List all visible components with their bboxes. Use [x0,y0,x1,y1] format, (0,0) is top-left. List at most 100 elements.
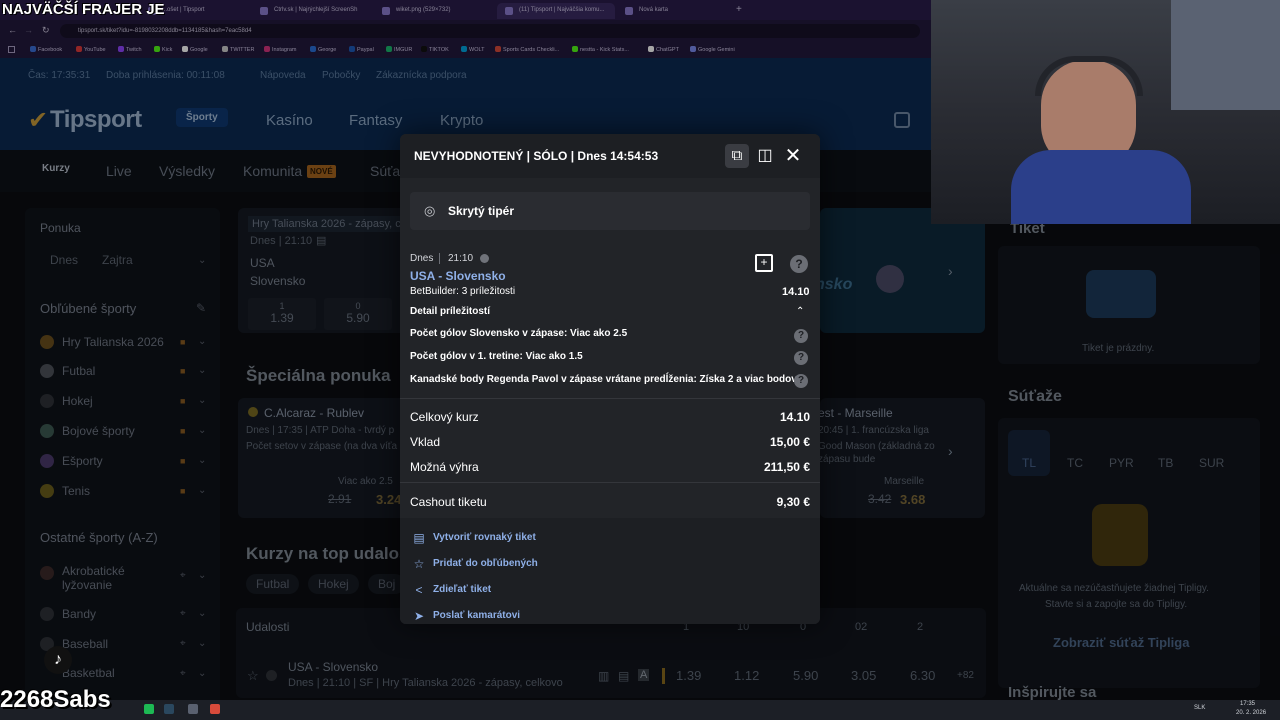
pin-icon[interactable]: ■ [180,396,185,406]
special-match1-new-odds[interactable]: 3.24 [376,492,401,507]
contest-tab-pyr[interactable]: PYR [1109,456,1134,470]
new-tab-button[interactable]: + [736,4,742,15]
chevron-down-icon[interactable]: ⌄ [198,455,206,466]
offer-tab-today[interactable]: Dnes [50,253,78,267]
settings-icon[interactable] [188,704,198,714]
app-icon[interactable] [210,704,220,714]
pin-icon[interactable]: ■ [180,366,185,376]
url-input[interactable]: tipsport.sk/tiket?idu=-8198032208ddb=113… [60,24,920,38]
sidebar-item-combat[interactable]: Bojové športy [62,424,135,438]
bookmark[interactable]: Sports Cards Checkli... [495,46,559,53]
contest-tab-tb[interactable]: TB [1158,456,1173,470]
browser-tab[interactable]: Nová karta [617,3,732,19]
offer-tab-tomorrow[interactable]: Zajtra [102,253,133,267]
special-match2-name[interactable]: est - Marseille [818,406,893,420]
bookmark[interactable]: Facebook [30,46,62,53]
chevron-down-icon[interactable]: ⌄ [198,570,206,581]
carousel-next-icon[interactable]: › [948,443,953,459]
bookmark[interactable]: YouTube [76,46,106,53]
chevron-down-icon[interactable]: ⌄ [198,608,206,619]
pin-icon[interactable]: ⌖ [180,668,186,679]
clock-time[interactable]: 17:35 [1240,701,1255,707]
subnav-community[interactable]: Komunita [243,163,302,179]
chevron-down-icon[interactable]: ⌄ [198,336,206,347]
browser-tab[interactable]: Ctrlv.sk | Najrýchlejší ScreenSh [252,3,372,19]
bookmark[interactable]: ChatGPT [648,46,679,53]
pin-icon[interactable]: ■ [180,486,185,496]
promo-banner[interactable] [820,208,985,333]
bookmark[interactable]: Google Gemini [690,46,735,53]
chevron-down-icon[interactable]: ⌄ [198,638,206,649]
contest-tab-sur[interactable]: SUR [1199,456,1224,470]
odds-button[interactable]: 0 5.90 [324,298,392,330]
clock-date[interactable]: 20. 2. 2026 [1236,710,1266,716]
bookmark[interactable]: TWITTER [222,46,254,53]
special-match2-new-odds[interactable]: 3.68 [900,492,925,507]
ticket-icon[interactable] [894,112,910,128]
favorite-star-icon[interactable]: ☆ [247,668,259,684]
nav-casino[interactable]: Kasíno [266,112,313,129]
reload-icon[interactable]: ↻ [42,25,50,36]
event-odds[interactable]: 6.30 [910,668,935,683]
browser-tab-active[interactable]: (11) Tipsport | Najväčšia komu... [497,3,615,19]
nav-fantasy[interactable]: Fantasy [349,112,402,129]
help-link[interactable]: Nápoveda [260,70,306,81]
sidebar-item-basketball[interactable]: Basketbal [62,666,115,680]
bookmark[interactable]: Google [182,46,208,53]
contest-tab-tl[interactable]: TL [1022,456,1036,470]
back-icon[interactable]: ← [8,25,17,35]
help-icon[interactable]: ? [794,351,808,365]
event-odds[interactable]: 1.39 [676,668,701,683]
nav-sports[interactable]: Športy [176,108,228,127]
add-favorite-link[interactable]: Pridať do obľúbených [433,558,538,569]
event-name[interactable]: USA - Slovensko [288,660,378,674]
apps-icon[interactable] [8,46,15,53]
bookmark[interactable]: IMGUR [386,46,412,53]
sidebar-item-baseball[interactable]: Baseball [62,637,108,651]
tv-icon[interactable]: ▤ [618,669,629,683]
pin-icon[interactable]: ■ [180,426,185,436]
odds-button[interactable]: 1 1.39 [248,298,316,330]
site-logo[interactable]: Tipsport [50,106,142,134]
bookmark[interactable]: George [310,46,336,53]
contest-tab-tc[interactable]: TC [1067,456,1083,470]
help-icon[interactable]: ? [794,374,808,388]
event-odds[interactable]: 3.05 [851,668,876,683]
sidebar-item-tennis[interactable]: Tenis [62,484,90,498]
steam-icon[interactable] [164,704,174,714]
browser-tab[interactable]: wiket.png (529×732) [374,3,494,19]
nav-crypto[interactable]: Krypto [440,112,483,129]
spotify-icon[interactable] [144,704,154,714]
chevron-down-icon[interactable]: ⌄ [198,425,206,436]
bookmark[interactable]: TIKTOK [421,46,449,53]
bookmark[interactable]: Kick [154,46,172,53]
pin-icon[interactable]: ⌖ [180,608,186,619]
language-indicator[interactable]: SLK [1194,705,1205,711]
event-odds[interactable]: 1.12 [734,668,759,683]
more-markets[interactable]: +82 [957,670,974,681]
close-icon[interactable]: ✕ [781,144,805,168]
support-link[interactable]: Zákaznícka podpora [376,70,467,81]
help-icon[interactable]: ? [790,255,808,273]
pin-icon[interactable]: ■ [180,337,185,347]
special-match1-name[interactable]: C.Alcaraz - Rublev [264,406,364,420]
carousel-next-icon[interactable]: › [948,263,953,279]
split-view-icon[interactable]: ◫ [753,144,777,168]
subnav-contests[interactable]: Súťa [370,163,400,179]
chip-football[interactable]: Futbal [246,574,300,594]
show-tipliga-button[interactable]: Zobraziť súťaž Tipliga [1053,635,1189,650]
sidebar-item-italy-games[interactable]: Hry Talianska 2026 [62,335,164,349]
share-ticket-link[interactable]: Zdieľať tiket [433,584,491,595]
add-to-ticket-icon[interactable]: + [755,254,773,272]
sidebar-item-freestyle[interactable]: Akrobatické lyžovanie [62,564,152,592]
bookmark[interactable]: Twitch [118,46,142,53]
bookmark[interactable]: nestta - Kick Stats... [572,46,629,53]
branches-link[interactable]: Pobočky [322,70,360,81]
subnav-results[interactable]: Výsledky [159,163,215,179]
create-same-ticket-link[interactable]: Vytvoriť rovnaký tiket [433,532,536,543]
chevron-down-icon[interactable]: ⌄ [198,668,206,679]
pin-icon[interactable]: ■ [180,456,185,466]
chevron-down-icon[interactable]: ⌄ [198,255,206,266]
detail-toggle[interactable]: Detail príležitostí [410,306,490,317]
chevron-up-icon[interactable]: ⌃ [796,306,804,317]
